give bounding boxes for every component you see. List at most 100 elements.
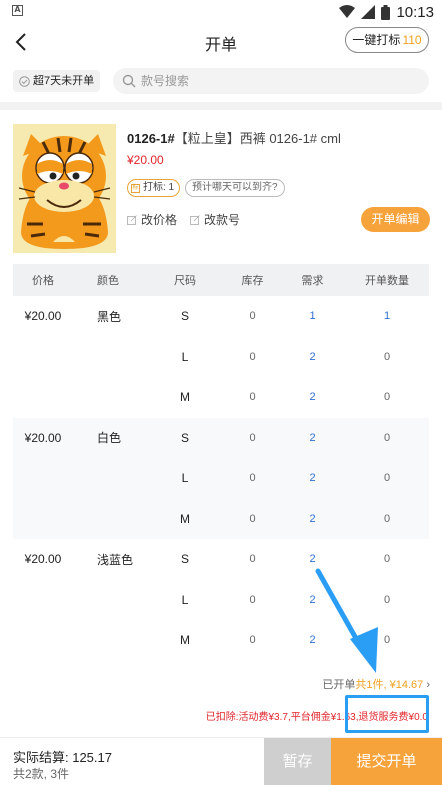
annotation-highlight-box: [345, 695, 429, 733]
column-header-price: 价格: [32, 275, 54, 287]
wifi-icon: [339, 5, 356, 18]
product-card: 0126-1#【粒上皇】西裤 0126-1# cml ¥20.00 标 打标: …: [0, 110, 442, 262]
cell-need: 2: [309, 431, 316, 444]
cell-need: 2: [309, 350, 316, 363]
section-divider: [0, 102, 442, 110]
cell-qty[interactable]: 0: [345, 391, 429, 403]
cell-need: 2: [309, 512, 316, 525]
table-header: 价格 颜色 尺码 库存 需求 开单数量: [13, 264, 429, 296]
table-row: L 0 2 0: [13, 337, 429, 378]
arrival-ask-tag[interactable]: 预计哪天可以到齐?: [185, 179, 285, 197]
cell-size: L: [181, 349, 189, 364]
cell-price: ¥20.00: [24, 552, 62, 567]
product-name: 【粒上皇】西裤 0126-1# cml: [174, 131, 341, 146]
chevron-right-icon: ›: [426, 679, 430, 691]
opened-amount: ¥14.67: [389, 679, 424, 691]
mark-icon: 标: [131, 183, 140, 193]
column-header-size: 尺码: [174, 275, 196, 287]
table-row: ¥20.00 白色 S 0 2 0: [13, 418, 429, 459]
column-header-color: 颜色: [97, 275, 119, 287]
edit-code-link[interactable]: 改款号: [190, 211, 240, 228]
cell-stock: 0: [249, 310, 256, 323]
overdue-filter-checkbox[interactable]: 超7天未开单: [13, 70, 101, 92]
status-bar: A 10:13: [0, 0, 442, 24]
cell-size: M: [180, 511, 190, 526]
opened-count: 共1件,: [355, 679, 387, 691]
cell-stock: 0: [249, 634, 256, 647]
column-header-need: 需求: [301, 275, 324, 287]
signal-icon: [361, 5, 376, 19]
cell-size: M: [180, 390, 190, 405]
search-input[interactable]: [141, 68, 421, 94]
color-group: ¥20.00 黑色 S 0 1 1 L 0 2 0 M 0 2 0: [13, 296, 429, 418]
overdue-filter-label: 超7天未开单: [33, 75, 95, 87]
cell-stock: 0: [249, 391, 256, 404]
edit-price-link[interactable]: 改价格: [127, 211, 177, 228]
settlement-count: 共2款, 3件: [13, 767, 70, 781]
search-box[interactable]: [113, 68, 429, 94]
cell-size: S: [180, 430, 189, 445]
cell-need: 2: [309, 553, 316, 566]
color-group: ¥20.00 白色 S 0 2 0 L 0 2 0 M 0 2 0: [13, 417, 429, 540]
table-row: ¥20.00 黑色 S 0 1 1: [13, 296, 429, 337]
cell-need: 2: [309, 472, 316, 485]
cell-stock: 0: [249, 593, 256, 606]
mark-count-label: 打标: 1: [143, 182, 175, 193]
cartoon-cat-image: [13, 124, 116, 253]
cell-stock: 0: [249, 472, 256, 485]
edit-icon: [190, 214, 200, 225]
cell-size: L: [181, 592, 189, 607]
cell-size: M: [180, 633, 190, 648]
column-header-stock: 库存: [241, 275, 264, 287]
edit-code-label: 改款号: [204, 213, 241, 227]
cell-stock: 0: [249, 350, 256, 363]
cell-qty[interactable]: 0: [345, 351, 429, 363]
one-key-count: 110: [402, 33, 422, 47]
cell-price: ¥20.00: [24, 430, 62, 445]
product-image[interactable]: [13, 124, 116, 253]
cell-size: L: [181, 471, 189, 486]
battery-icon: [381, 4, 391, 20]
cell-size: S: [180, 552, 189, 567]
cell-qty[interactable]: 1: [345, 310, 429, 322]
product-title: 0126-1#【粒上皇】西裤 0126-1# cml: [127, 128, 341, 147]
mark-count-tag: 标 打标: 1: [127, 179, 181, 197]
status-icons: 10:13: [339, 2, 434, 22]
filter-row: 超7天未开单: [0, 64, 442, 100]
cell-color: 黑色: [97, 309, 122, 324]
header: 开单 一键打标 110: [0, 24, 442, 60]
bottom-bar: 实际结算: 125.17 共2款, 3件 暂存 提交开单: [0, 737, 442, 785]
search-icon: [122, 74, 136, 88]
opened-summary[interactable]: 已开单共1件, ¥14.67 ›: [322, 676, 430, 692]
app-notification-icon: A: [12, 5, 23, 16]
cell-size: S: [180, 309, 189, 324]
edit-icon: [127, 214, 137, 225]
save-draft-button[interactable]: 暂存: [264, 738, 331, 785]
cell-qty[interactable]: 0: [345, 553, 429, 565]
column-header-qty: 开单数量: [365, 275, 409, 287]
one-key-label: 一键打标: [352, 33, 401, 47]
clock: 10:13: [396, 3, 434, 21]
check-circle-icon: [19, 75, 30, 87]
cell-qty[interactable]: 0: [345, 472, 429, 484]
product-code: 0126-1#: [127, 131, 175, 146]
cell-color: 白色: [97, 431, 122, 446]
settlement-total: 实际结算: 125.17: [13, 750, 112, 765]
product-price: ¥20.00: [127, 153, 164, 167]
annotation-arrow-icon: [315, 568, 378, 673]
cell-qty[interactable]: 0: [345, 432, 429, 444]
open-edit-button[interactable]: 开单编辑: [361, 207, 430, 232]
cell-stock: 0: [249, 431, 256, 444]
one-key-mark-button[interactable]: 一键打标 110: [345, 27, 429, 53]
edit-price-label: 改价格: [141, 213, 178, 227]
table-row: M 0 2 0: [13, 377, 429, 418]
cell-price: ¥20.00: [24, 309, 62, 324]
cell-need: 1: [309, 310, 316, 323]
opened-prefix: 已开单: [322, 679, 356, 691]
submit-order-button[interactable]: 提交开单: [331, 738, 442, 785]
table-row: M 0 2 0: [13, 499, 429, 540]
cell-need: 2: [309, 391, 316, 404]
cell-stock: 0: [249, 512, 256, 525]
cell-qty[interactable]: 0: [345, 513, 429, 525]
table-row: L 0 2 0: [13, 458, 429, 499]
